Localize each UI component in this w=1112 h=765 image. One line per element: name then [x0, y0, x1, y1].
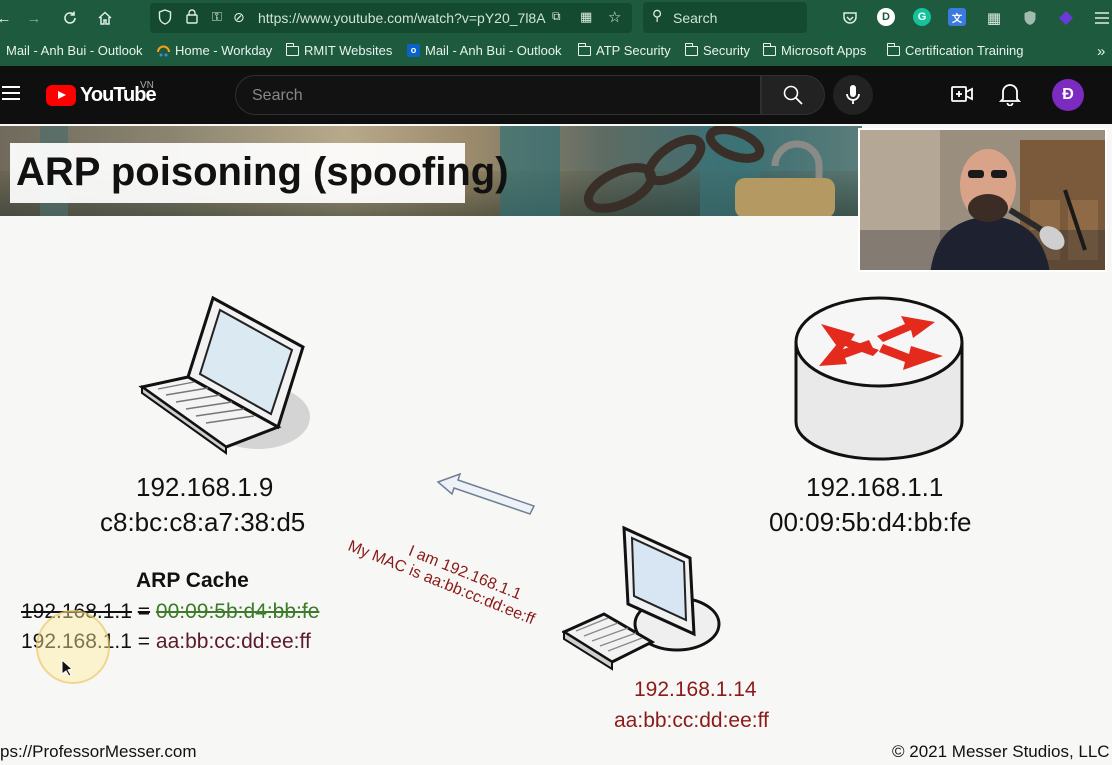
slide-title: ARP poisoning (spoofing) [16, 150, 509, 194]
folder-icon [886, 42, 900, 56]
extension-d-icon[interactable]: D [877, 8, 895, 26]
folder-icon [762, 42, 776, 56]
bookmark-certification-training[interactable]: Certification Training [886, 42, 1024, 58]
mouse-pointer-icon [61, 659, 73, 677]
microphone-icon [846, 85, 860, 104]
laptop-ip: 192.168.1.9 [136, 472, 274, 502]
video-player[interactable]: ARP poisoning (spoofing) 192.168.1.9 c8:… [0, 124, 1112, 765]
youtube-search-button[interactable] [761, 75, 825, 115]
arp-cache-title: ARP Cache [136, 569, 249, 592]
shield-icon[interactable] [158, 9, 172, 28]
address-bar[interactable]: ⚿ ⊘ https://www.youtube.com/watch?v=pY20… [150, 3, 632, 33]
arrow-icon [436, 472, 536, 515]
voice-search-button[interactable] [833, 75, 873, 115]
country-code: VN [140, 80, 154, 91]
browser-search-box[interactable]: ⚲ Search [643, 2, 807, 33]
desktop-computer-icon [562, 525, 721, 671]
spoof-message: I am 192.168.1.1 My MAC is aa:bb:cc:dd:e… [345, 524, 552, 632]
bookmark-rmit[interactable]: RMIT Websites [285, 42, 393, 58]
pocket-icon[interactable] [838, 6, 862, 30]
lock-icon[interactable] [186, 9, 198, 27]
attacker-mac: aa:bb:cc:dd:ee:ff [614, 709, 769, 732]
slide-title-box: ARP poisoning (spoofing) [10, 143, 509, 203]
slide-banner-image: ARP poisoning (spoofing) [0, 126, 862, 216]
search-placeholder: Search [252, 87, 303, 104]
cache-old-equals: = [137, 600, 151, 623]
create-video-icon[interactable] [951, 85, 973, 103]
footer-copyright: © 2021 Messer Studios, LLC [892, 742, 1110, 761]
bookmark-label: Security [703, 43, 750, 58]
app-menu-icon[interactable] [1090, 6, 1112, 30]
attacker-ip: 192.168.1.14 [634, 678, 757, 701]
bookmark-star-icon[interactable]: ☆ [608, 8, 621, 26]
workday-icon [157, 45, 170, 57]
more-bookmarks-icon[interactable]: » [1097, 43, 1105, 60]
bookmark-label: Mail - Anh Bui - Outlook [425, 43, 562, 58]
grammarly-icon[interactable]: G [913, 8, 931, 26]
cache-old-mac: 00:09:5b:d4:bb:fe [155, 600, 320, 623]
permissions-icon[interactable]: ⚿ [212, 9, 222, 25]
translate-extension-icon[interactable]: 文 [948, 8, 966, 26]
router-ip: 192.168.1.1 [806, 472, 944, 502]
bookmark-outlook-2[interactable]: o Mail - Anh Bui - Outlook [407, 43, 562, 58]
search-icon: ⚲ [652, 7, 663, 23]
outlook-icon: o [407, 44, 420, 57]
router-mac: 00:09:5b:d4:bb:fe [769, 507, 972, 537]
forward-icon[interactable]: → [22, 6, 46, 30]
privacy-shield-icon[interactable] [1018, 6, 1042, 30]
bookmark-security[interactable]: Security [684, 42, 750, 58]
folder-icon [684, 42, 698, 56]
browser-search-label: Search [673, 10, 718, 26]
tracking-blocked-icon[interactable]: ⊘ [233, 9, 245, 26]
bookmark-label: Mail - Anh Bui - Outlook [6, 43, 143, 58]
laptop-icon [138, 295, 310, 455]
router-icon [794, 296, 964, 461]
folder-icon [285, 42, 299, 56]
bookmark-label: Home - Workday [175, 43, 273, 58]
bookmark-label: Microsoft Apps [781, 43, 867, 58]
presenter-webcam [858, 128, 1107, 272]
gem-extension-icon[interactable] [1054, 6, 1078, 30]
bookmark-microsoft-apps[interactable]: Microsoft Apps [762, 42, 867, 58]
bookmark-label: RMIT Websites [304, 43, 393, 58]
footer-website: ps://ProfessorMesser.com [0, 742, 197, 761]
cache-new-equals: = [137, 630, 151, 653]
notifications-bell-icon[interactable] [998, 82, 1022, 107]
account-avatar[interactable]: Đ [1052, 79, 1084, 111]
bookmark-atp-security[interactable]: ATP Security [577, 42, 671, 58]
laptop-mac: c8:bc:c8:a7:38:d5 [100, 507, 306, 537]
translate-icon[interactable]: ⧉ [552, 9, 561, 24]
youtube-header: YouTube VN Search Đ [0, 66, 1112, 124]
cache-new-mac: aa:bb:cc:dd:ee:ff [155, 630, 311, 653]
bookmark-label: ATP Security [596, 43, 671, 58]
home-icon[interactable] [93, 6, 117, 30]
folder-icon [577, 42, 591, 56]
reload-icon[interactable] [58, 6, 82, 30]
cursor-highlight [36, 610, 110, 684]
search-icon [783, 85, 803, 105]
bookmark-label: Certification Training [905, 43, 1024, 58]
youtube-search-input[interactable]: Search [235, 75, 761, 115]
url-text: https://www.youtube.com/watch?v=pY20_7l8… [258, 10, 546, 26]
hamburger-menu-icon[interactable] [2, 86, 20, 100]
youtube-play-icon [46, 84, 76, 106]
extensions-icon[interactable]: ▦ [982, 6, 1006, 30]
bookmark-workday[interactable]: Home - Workday [157, 43, 272, 58]
extensions-grid-icon[interactable]: ▦ [580, 9, 592, 25]
browser-toolbar: ← → ⚿ ⊘ https://www.youtube.com/watch?v=… [0, 0, 1112, 36]
bookmark-outlook-1[interactable]: Mail - Anh Bui - Outlook [6, 43, 143, 58]
bookmarks-toolbar: Mail - Anh Bui - Outlook Home - Workday … [0, 36, 1112, 66]
back-icon[interactable]: ← [0, 6, 16, 30]
